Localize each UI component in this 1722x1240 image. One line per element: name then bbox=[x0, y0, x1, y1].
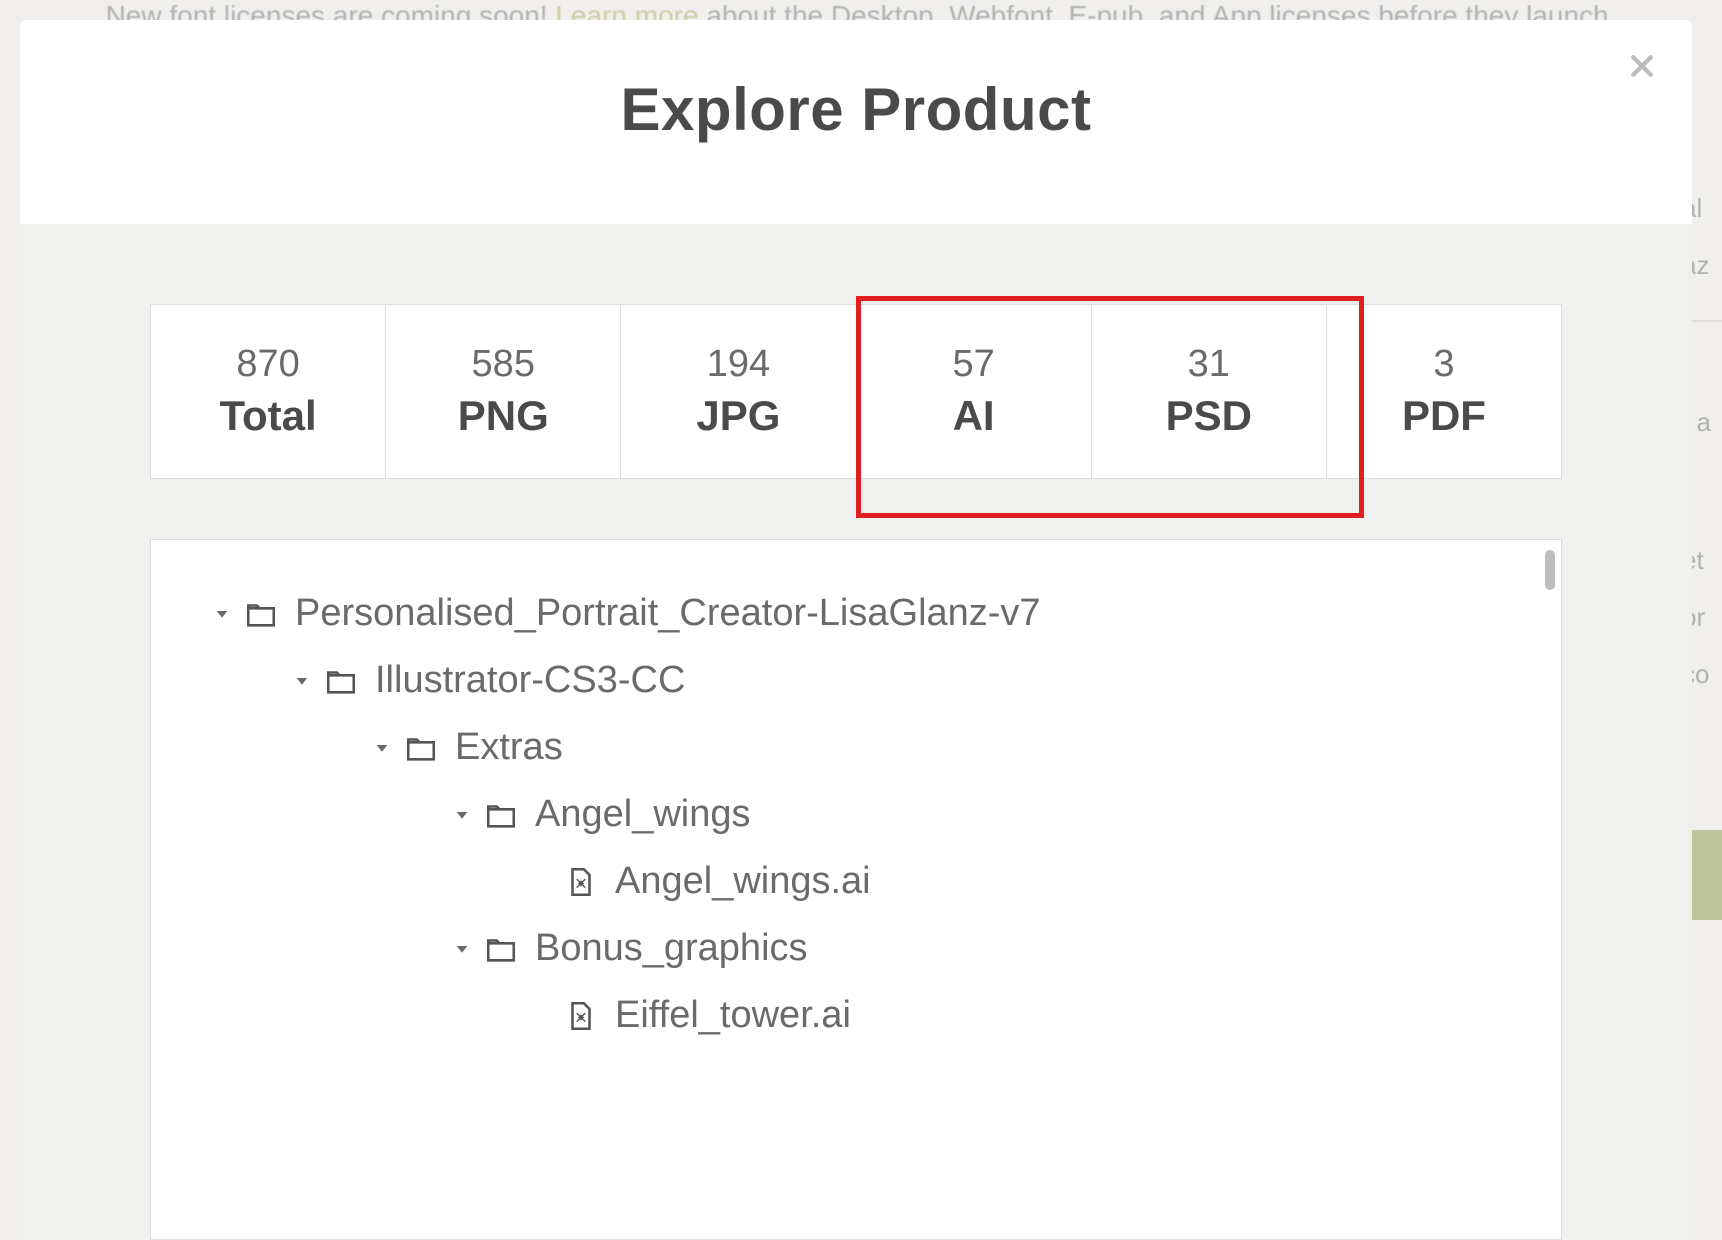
tree-file-row[interactable]: Angel_wings.ai bbox=[211, 848, 1531, 915]
tree-item-label: Bonus_graphics bbox=[535, 927, 808, 970]
folder-icon bbox=[483, 931, 519, 967]
tree-folder-row[interactable]: Bonus_graphics bbox=[211, 915, 1531, 982]
scrollbar-thumb[interactable] bbox=[1545, 550, 1555, 590]
tree-file-row[interactable]: Eiffel_tower.ai bbox=[211, 982, 1531, 1049]
close-icon bbox=[1627, 51, 1657, 86]
stat-count: 31 bbox=[1102, 343, 1316, 386]
tree-item-label: Eiffel_tower.ai bbox=[615, 994, 851, 1037]
stat-label: PDF bbox=[1337, 392, 1551, 440]
stat-count: 57 bbox=[867, 343, 1081, 386]
folder-icon bbox=[323, 663, 359, 699]
tree-item-label: Extras bbox=[455, 726, 563, 769]
file-icon bbox=[563, 864, 599, 900]
stats-section: 870 Total 585 PNG 194 JPG 57 AI 31 PSD 3… bbox=[20, 224, 1692, 539]
tree-item-label: Angel_wings.ai bbox=[615, 860, 871, 903]
stat-label: AI bbox=[867, 392, 1081, 440]
explore-product-modal: Explore Product 870 Total 585 PNG 194 JP… bbox=[20, 20, 1692, 1240]
modal-header: Explore Product bbox=[20, 20, 1692, 224]
tree-folder-row[interactable]: Extras bbox=[211, 714, 1531, 781]
stat-count: 870 bbox=[161, 343, 375, 386]
tree-item-label: Personalised_Portrait_Creator-LisaGlanz-… bbox=[295, 592, 1041, 635]
disclosure-triangle-icon[interactable] bbox=[291, 670, 313, 692]
modal-title: Explore Product bbox=[20, 75, 1692, 144]
stat-label: Total bbox=[161, 392, 375, 440]
stat-psd[interactable]: 31 PSD bbox=[1092, 305, 1327, 478]
stat-count: 3 bbox=[1337, 343, 1551, 386]
stat-ai[interactable]: 57 AI bbox=[857, 305, 1092, 478]
tree-item-label: Illustrator-CS3-CC bbox=[375, 659, 685, 702]
file-tree-panel: Personalised_Portrait_Creator-LisaGlanz-… bbox=[150, 539, 1562, 1240]
disclosure-triangle-icon[interactable] bbox=[371, 737, 393, 759]
disclosure-triangle-icon[interactable] bbox=[211, 603, 233, 625]
disclosure-triangle-icon[interactable] bbox=[451, 804, 473, 826]
tree-item-label: Angel_wings bbox=[535, 793, 750, 836]
stats-row: 870 Total 585 PNG 194 JPG 57 AI 31 PSD 3… bbox=[150, 304, 1562, 479]
folder-icon bbox=[243, 596, 279, 632]
stat-count: 585 bbox=[396, 343, 610, 386]
stat-total[interactable]: 870 Total bbox=[151, 305, 386, 478]
stat-png[interactable]: 585 PNG bbox=[386, 305, 621, 478]
file-icon bbox=[563, 998, 599, 1034]
disclosure-triangle-icon[interactable] bbox=[451, 938, 473, 960]
folder-icon bbox=[483, 797, 519, 833]
stat-label: JPG bbox=[631, 392, 845, 440]
stat-label: PSD bbox=[1102, 392, 1316, 440]
stat-pdf[interactable]: 3 PDF bbox=[1327, 305, 1561, 478]
tree-folder-row[interactable]: Illustrator-CS3-CC bbox=[211, 647, 1531, 714]
tree-folder-row[interactable]: Personalised_Portrait_Creator-LisaGlanz-… bbox=[211, 580, 1531, 647]
stat-jpg[interactable]: 194 JPG bbox=[621, 305, 856, 478]
stat-count: 194 bbox=[631, 343, 845, 386]
tree-folder-row[interactable]: Angel_wings bbox=[211, 781, 1531, 848]
folder-icon bbox=[403, 730, 439, 766]
background-green-block bbox=[1692, 830, 1722, 920]
stat-label: PNG bbox=[396, 392, 610, 440]
tree-section: Personalised_Portrait_Creator-LisaGlanz-… bbox=[20, 539, 1692, 1240]
close-button[interactable] bbox=[1622, 48, 1662, 88]
